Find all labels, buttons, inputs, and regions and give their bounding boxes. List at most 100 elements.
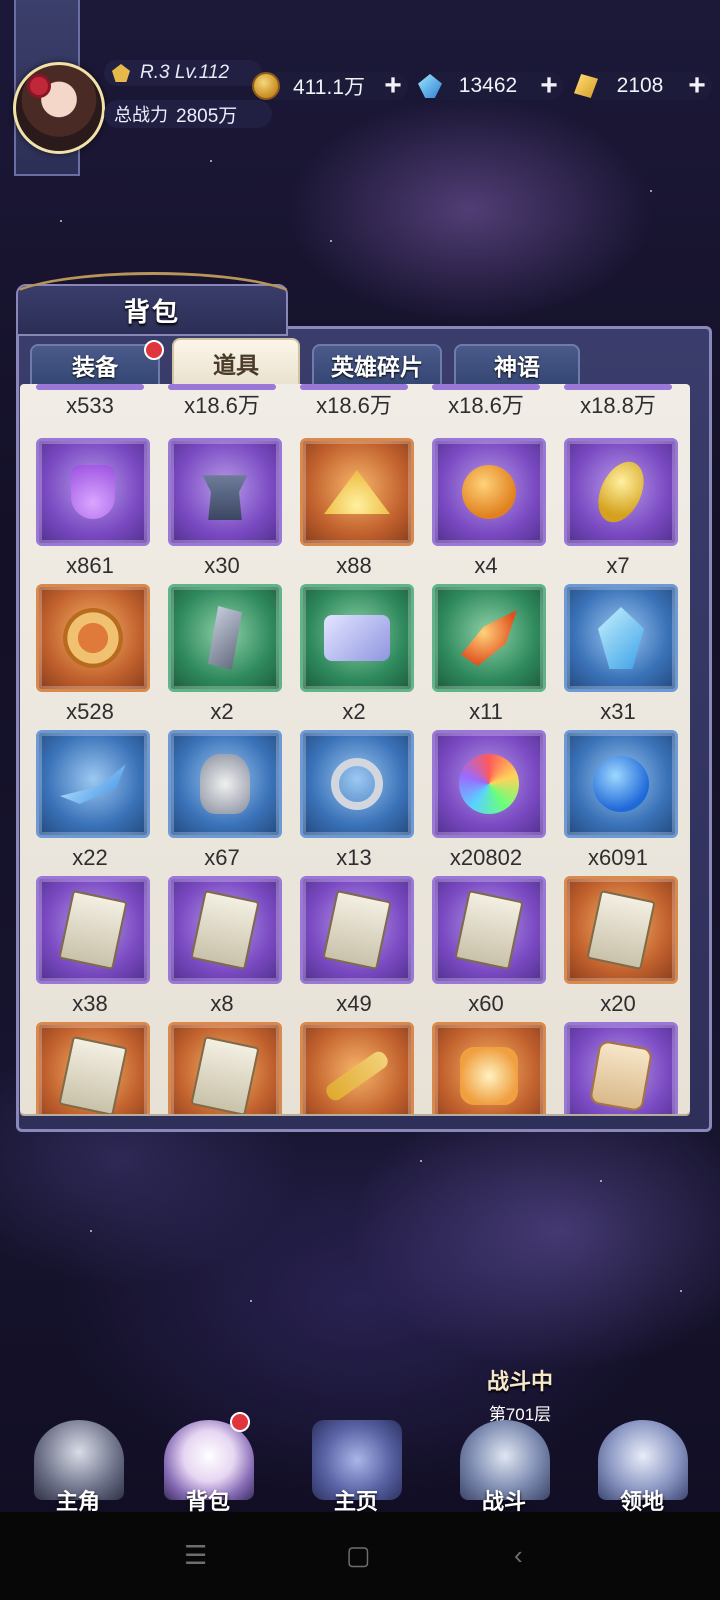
hero-card-icon [586, 889, 656, 971]
nav-territory[interactable]: 领地 [582, 1412, 702, 1514]
player-avatar[interactable] [13, 62, 105, 154]
menu-icon[interactable]: ☰ [184, 1540, 207, 1571]
scroll-icon [324, 615, 390, 661]
hero-card-icon [190, 1035, 260, 1114]
item-cell[interactable]: x20802 [432, 730, 546, 872]
item-cell[interactable]: x7 [564, 438, 678, 580]
item-cell[interactable]: x11 [432, 584, 546, 726]
item-list-scroll[interactable]: x533 x18.6万 x18.6万 x18.6万 x18.8万 x861 x30 x88 x4… [20, 384, 690, 1114]
add-gold-button[interactable]: + [682, 69, 712, 103]
item-tile [168, 584, 282, 692]
item-quantity: x861 [66, 553, 114, 578]
item-cell[interactable] [432, 1022, 546, 1114]
item-tile [432, 730, 546, 838]
item-quantity: x18.6万 [448, 393, 524, 418]
item-tile [36, 730, 150, 838]
item-cell[interactable]: x67 [168, 730, 282, 872]
item-cell[interactable]: x18.6万 [168, 384, 276, 420]
item-cell[interactable]: x18.6万 [432, 384, 540, 420]
item-tile-edge [168, 384, 276, 390]
item-quantity: x533 [66, 393, 114, 418]
item-cell[interactable]: x38 [36, 876, 150, 1018]
item-cell[interactable]: x49 [300, 876, 414, 1018]
nav-bag[interactable]: 背包 [148, 1412, 268, 1514]
crystal-icon [418, 74, 442, 98]
shackle-icon [331, 758, 383, 810]
blue-potion-icon [593, 756, 649, 812]
item-quantity: x7 [606, 553, 630, 578]
rainbow-orb-icon [459, 754, 519, 814]
back-icon[interactable]: ‹ [514, 1540, 523, 1571]
rank-icon [112, 64, 130, 82]
add-coin-button[interactable]: + [378, 69, 408, 103]
item-tile [300, 876, 414, 984]
home-icon[interactable]: ▢ [346, 1540, 371, 1571]
item-quantity: x67 [204, 845, 240, 870]
item-cell[interactable] [168, 1022, 282, 1114]
item-quantity: x88 [336, 553, 372, 578]
item-cell[interactable]: x13 [300, 730, 414, 872]
level-pill: R.3 Lv.112 [104, 60, 262, 86]
item-cell[interactable]: x861 [36, 438, 150, 580]
item-cell[interactable]: x18.6万 [300, 384, 408, 420]
orange-potion-icon [462, 465, 516, 519]
item-tile [432, 876, 546, 984]
item-quantity: x30 [204, 553, 240, 578]
nav-home[interactable]: 主页 [296, 1412, 416, 1514]
item-quantity: x18.8万 [580, 393, 656, 418]
item-cell[interactable]: x4 [432, 438, 546, 580]
item-quantity: x6091 [588, 845, 648, 870]
item-cell[interactable]: x18.8万 [564, 384, 672, 420]
item-cell[interactable]: x533 [36, 384, 144, 420]
rope-decoration [2, 272, 304, 334]
hero-card-icon [58, 1035, 128, 1114]
item-cell[interactable]: x30 [168, 438, 282, 580]
hero-card-icon [190, 889, 260, 971]
steel-shard-icon [208, 606, 242, 670]
item-quantity: x4 [474, 553, 498, 578]
item-tile [168, 1022, 282, 1114]
nav-hero[interactable]: 主角 [18, 1412, 138, 1514]
item-tile [36, 438, 150, 546]
item-cell[interactable] [300, 1022, 414, 1114]
item-quantity: x18.6万 [184, 393, 260, 418]
gold-icon [574, 74, 598, 98]
anvil-hammer-icon [202, 475, 248, 520]
nav-battle[interactable]: 战斗 [444, 1412, 564, 1514]
item-tile [564, 584, 678, 692]
item-cell[interactable] [564, 1022, 678, 1114]
item-quantity: x60 [468, 991, 504, 1016]
item-cell[interactable]: x60 [432, 876, 546, 1018]
item-cell[interactable] [36, 1022, 150, 1114]
item-cell[interactable]: x31 [564, 584, 678, 726]
item-cell[interactable]: x528 [36, 584, 150, 726]
item-tile [168, 730, 282, 838]
item-tile [300, 730, 414, 838]
add-crystal-button[interactable]: + [534, 69, 564, 103]
item-tile-edge [432, 384, 540, 390]
item-tile [168, 876, 282, 984]
item-cell[interactable]: x88 [300, 438, 414, 580]
ice-crescent-icon [60, 764, 126, 804]
item-cell[interactable]: x2 [300, 584, 414, 726]
item-quantity: x20 [600, 991, 636, 1016]
item-quantity: x13 [336, 845, 372, 870]
item-cell[interactable]: x2 [168, 584, 282, 726]
item-tile-edge [564, 384, 672, 390]
gold-sand-pile-icon [324, 470, 390, 514]
power-pill: 总战力 2805万 [104, 100, 272, 128]
tag-charm-icon [588, 1039, 654, 1113]
system-nav-bar: ☰ ▢ ‹ [0, 1512, 720, 1600]
item-tile [300, 1022, 414, 1114]
resource-value: 2108 [616, 74, 664, 97]
item-cell[interactable]: x22 [36, 730, 150, 872]
item-cell[interactable]: x20 [564, 876, 678, 1018]
resource-value: 13462 [458, 74, 518, 97]
item-tile [564, 730, 678, 838]
rose-coin-icon [63, 608, 123, 668]
battle-status-title: 战斗中 [486, 1369, 553, 1394]
item-tile [564, 876, 678, 984]
item-cell[interactable]: x6091 [564, 730, 678, 872]
item-cell[interactable]: x8 [168, 876, 282, 1018]
item-tile-edge [36, 384, 144, 390]
